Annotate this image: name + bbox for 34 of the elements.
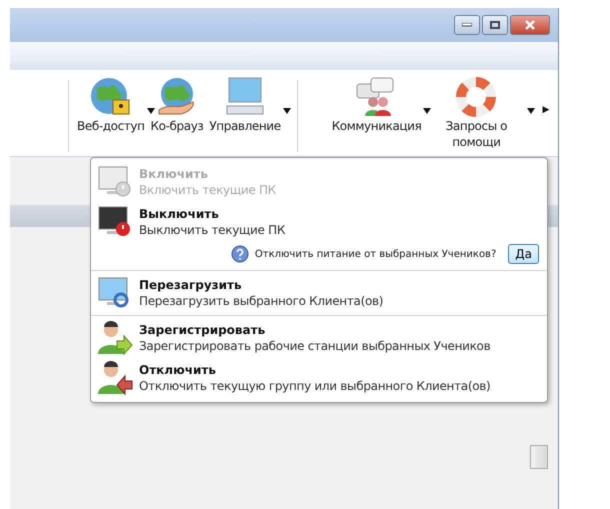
toolbar-button[interactable]: Запросы о помощи: [427, 76, 526, 150]
user-arrow-icon: [97, 361, 133, 395]
item-description: Отключить текущую группу или выбранного Клиента(ов): [139, 378, 490, 394]
item-title: Выключить: [139, 206, 220, 222]
item-description: Выключить текущие ПК: [139, 222, 286, 238]
scrollbar-thumb[interactable]: [530, 445, 548, 469]
lifebuoy-icon: [454, 76, 498, 118]
help-icon: [230, 245, 249, 263]
item-title: Зарегистрировать: [139, 322, 266, 338]
close-button[interactable]: [510, 15, 550, 35]
menu-item[interactable]: Перезагрузить Перезагрузить выбранного Клиента(ов): [91, 273, 547, 313]
close-icon: [525, 20, 535, 30]
toolbar-button[interactable]: Веб-доступ: [77, 76, 145, 134]
item-title: Отключить: [139, 362, 217, 378]
item-description: Зарегистрировать рабочие станции выбранных Учеников: [139, 338, 490, 354]
item-description: Включить текущие ПК: [139, 182, 276, 198]
monitor-power-icon: [97, 205, 133, 239]
maximize-icon: [490, 21, 500, 29]
monitor-power-icon: [97, 165, 133, 199]
item-title: Включить: [139, 166, 209, 182]
minimize-icon: [462, 23, 472, 27]
maximize-button[interactable]: [482, 15, 508, 35]
minimize-button[interactable]: [454, 15, 480, 35]
toolbar-button[interactable]: Управление: [209, 76, 281, 134]
confirm-question: Отключить питание от выбранных Учеников?: [254, 248, 496, 260]
menu-item[interactable]: Отключить Отключить текущую группу или выбранного Клиента(ов): [91, 358, 547, 398]
item-title: Перезагрузить: [139, 277, 243, 293]
menu-item[interactable]: Зарегистрировать Зарегистрировать рабочие станции выбранных Учеников: [91, 318, 547, 358]
item-description: Перезагрузить выбранного Клиента(ов): [139, 293, 384, 309]
yes-button[interactable]: Да: [508, 244, 539, 264]
menu-item[interactable]: Выключить Выключить текущие ПК: [91, 202, 547, 242]
user-arrow-icon: [97, 321, 133, 355]
toolbar-button[interactable]: Ко-брауз: [150, 76, 204, 134]
toolbar-button[interactable]: Коммуникация: [332, 76, 422, 150]
